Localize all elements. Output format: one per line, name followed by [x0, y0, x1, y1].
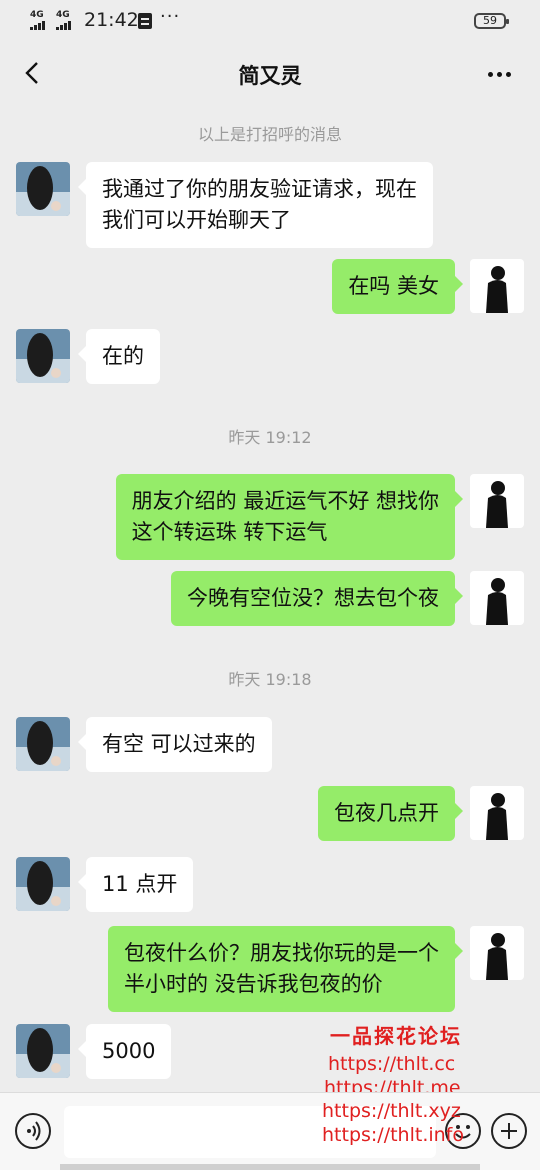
chat-header: 简又灵 — [0, 42, 540, 108]
chat-title[interactable]: 简又灵 — [0, 60, 540, 90]
my-avatar[interactable] — [470, 926, 524, 980]
timestamp: 昨天 19:18 — [228, 670, 312, 689]
plus-icon[interactable] — [491, 1113, 527, 1149]
watermark-link: https://thlt.info — [322, 1124, 464, 1146]
sim-card-icon — [138, 13, 152, 29]
message-text: 今晚有空位没？想去包个夜 — [187, 586, 439, 610]
watermark-title: 一品探花论坛 — [330, 1024, 462, 1048]
message-text: 在的 — [102, 344, 144, 368]
contact-avatar[interactable] — [16, 857, 70, 911]
status-bar: 4G 4G 21:42 ··· 59 — [0, 0, 540, 42]
my-avatar[interactable] — [470, 571, 524, 625]
message-bubble-me[interactable]: 包夜什么价？朋友找你玩的是一个 半小时的 没告诉我包夜的价 — [108, 926, 463, 1012]
status-more-indicator: ··· — [160, 6, 181, 27]
network-label: 4G — [30, 10, 44, 20]
more-dots-icon[interactable] — [488, 62, 518, 82]
watermark-link: https://thlt.xyz — [322, 1100, 461, 1122]
message-bubble-me[interactable]: 朋友介绍的 最近运气不好 想找你 这个转运珠 转下运气 — [115, 474, 464, 560]
timestamp: 昨天 19:12 — [228, 428, 312, 447]
my-avatar[interactable] — [470, 786, 524, 840]
message-bubble-me[interactable]: 在吗 美女 — [332, 259, 463, 314]
greeting-notice: 以上是打招呼的消息 — [197, 125, 342, 144]
message-text: 包夜几点开 — [334, 801, 439, 825]
contact-avatar[interactable] — [16, 162, 70, 216]
home-indicator — [60, 1164, 480, 1170]
contact-avatar[interactable] — [16, 717, 70, 771]
status-time: 21:42 — [84, 9, 139, 31]
watermark-link: https://thlt.cc — [328, 1053, 456, 1075]
message-bubble-contact[interactable]: 我通过了你的朋友验证请求，现在 我们可以开始聊天了 — [78, 162, 433, 248]
message-text: 在吗 美女 — [348, 274, 439, 298]
message-bubble-me[interactable]: 包夜几点开 — [318, 786, 463, 841]
message-bubble-contact[interactable]: 有空 可以过来的 — [78, 717, 272, 772]
signal-4g-2: 4G — [56, 10, 72, 30]
message-bubble-me[interactable]: 今晚有空位没？想去包个夜 — [171, 571, 463, 626]
message-text: 这个转运珠 转下运气 — [131, 520, 328, 544]
my-avatar[interactable] — [470, 474, 524, 528]
my-avatar[interactable] — [470, 259, 524, 313]
message-text: 5000 — [102, 1039, 156, 1063]
message-text: 朋友介绍的 最近运气不好 想找你 — [131, 489, 439, 513]
message-text: 我通过了你的朋友验证请求，现在 — [102, 177, 417, 201]
message-text: 有空 可以过来的 — [102, 732, 256, 756]
message-text: 11 点开 — [102, 872, 178, 896]
contact-avatar[interactable] — [16, 1024, 70, 1078]
signal-bars-icon — [30, 20, 46, 30]
contact-avatar[interactable] — [16, 329, 70, 383]
message-bubble-contact[interactable]: 在的 — [78, 329, 160, 384]
message-text: 半小时的 没告诉我包夜的价 — [124, 972, 383, 996]
message-text: 包夜什么价？朋友找你玩的是一个 — [124, 941, 439, 965]
message-bubble-contact[interactable]: 11 点开 — [77, 857, 194, 912]
battery-icon: 59 — [474, 13, 509, 29]
signal-4g-1: 4G — [30, 10, 46, 30]
message-text: 我们可以开始聊天了 — [102, 208, 291, 232]
signal-bars-icon — [56, 20, 72, 30]
voice-icon[interactable] — [15, 1113, 51, 1149]
network-label: 4G — [56, 10, 70, 20]
message-bubble-contact[interactable]: 5000 — [77, 1024, 172, 1079]
